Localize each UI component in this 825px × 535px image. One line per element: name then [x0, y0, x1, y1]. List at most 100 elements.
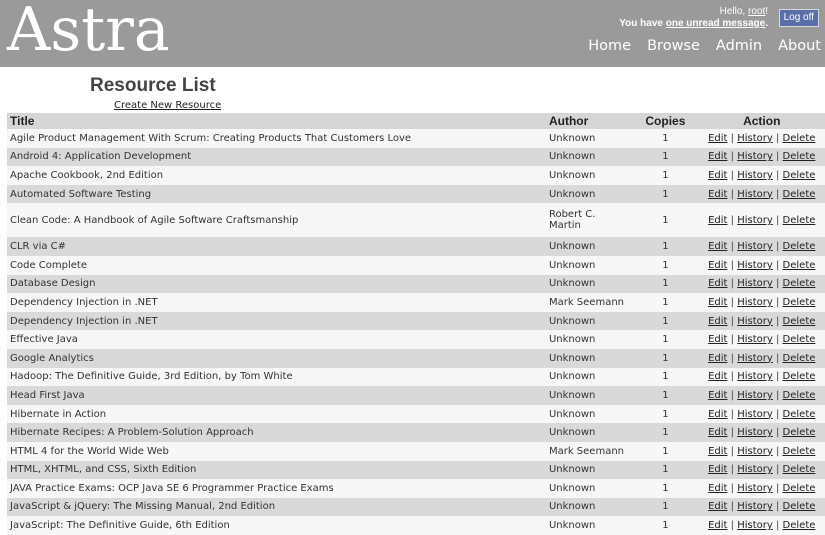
history-link[interactable]: History	[737, 241, 773, 252]
delete-link[interactable]: Delete	[783, 189, 816, 200]
edit-link[interactable]: Edit	[708, 215, 727, 226]
delete-link[interactable]: Delete	[783, 215, 816, 226]
nav-admin[interactable]: Admin	[716, 38, 762, 54]
history-link[interactable]: History	[737, 501, 773, 512]
row-author: Unknown	[545, 460, 633, 480]
edit-link[interactable]: Edit	[708, 501, 727, 512]
history-link[interactable]: History	[737, 409, 773, 420]
row-copies: 1	[632, 166, 699, 185]
unread-message-link[interactable]: one unread message	[666, 18, 765, 29]
edit-link[interactable]: Edit	[708, 371, 727, 382]
history-link[interactable]: History	[737, 427, 773, 438]
column-header-action: Action	[698, 113, 825, 129]
edit-link[interactable]: Edit	[708, 260, 727, 271]
page-title: Resource List	[90, 75, 216, 96]
edit-link[interactable]: Edit	[708, 464, 727, 475]
edit-link[interactable]: Edit	[708, 390, 727, 401]
row-title: Database Design	[7, 274, 546, 294]
history-link[interactable]: History	[737, 133, 773, 144]
edit-link[interactable]: Edit	[708, 334, 727, 345]
edit-link[interactable]: Edit	[708, 353, 727, 364]
delete-link[interactable]: Delete	[783, 316, 816, 327]
history-link[interactable]: History	[737, 297, 773, 308]
row-author: Unknown	[545, 255, 633, 275]
row-actions: Edit | History | Delete	[698, 348, 825, 368]
history-link[interactable]: History	[737, 215, 773, 226]
edit-link[interactable]: Edit	[708, 446, 727, 457]
row-actions: Edit | History | Delete	[698, 147, 825, 167]
history-link[interactable]: History	[737, 483, 773, 494]
username-link[interactable]: root	[748, 6, 765, 17]
edit-link[interactable]: Edit	[708, 316, 727, 327]
delete-link[interactable]: Delete	[783, 501, 816, 512]
delete-link[interactable]: Delete	[783, 260, 816, 271]
delete-link[interactable]: Delete	[783, 297, 816, 308]
action-separator: |	[730, 188, 735, 200]
edit-link[interactable]: Edit	[708, 133, 727, 144]
action-separator: |	[775, 132, 780, 144]
row-actions: Edit | History | Delete	[698, 203, 825, 238]
delete-link[interactable]: Delete	[783, 241, 816, 252]
delete-link[interactable]: Delete	[783, 427, 816, 438]
delete-link[interactable]: Delete	[783, 483, 816, 494]
history-link[interactable]: History	[737, 371, 773, 382]
history-link[interactable]: History	[737, 260, 773, 271]
message-prefix: You have	[619, 18, 666, 29]
row-actions: Edit | History | Delete	[698, 479, 825, 498]
edit-link[interactable]: Edit	[708, 241, 727, 252]
delete-link[interactable]: Delete	[783, 151, 816, 162]
row-copies: 1	[632, 348, 699, 368]
nav-about[interactable]: About	[778, 38, 821, 54]
delete-link[interactable]: Delete	[783, 278, 816, 289]
history-link[interactable]: History	[737, 446, 773, 457]
nav-home[interactable]: Home	[588, 38, 631, 54]
row-title: Automated Software Testing	[7, 184, 546, 204]
row-author: Robert C. Martin	[545, 203, 633, 238]
history-link[interactable]: History	[737, 170, 773, 181]
delete-link[interactable]: Delete	[783, 170, 816, 181]
delete-link[interactable]: Delete	[783, 353, 816, 364]
edit-link[interactable]: Edit	[708, 483, 727, 494]
action-separator: |	[775, 352, 780, 364]
history-link[interactable]: History	[737, 189, 773, 200]
row-copies: 1	[632, 479, 699, 498]
row-actions: Edit | History | Delete	[698, 129, 825, 148]
delete-link[interactable]: Delete	[783, 446, 816, 457]
history-link[interactable]: History	[737, 390, 773, 401]
edit-link[interactable]: Edit	[708, 170, 727, 181]
edit-link[interactable]: Edit	[708, 151, 727, 162]
delete-link[interactable]: Delete	[783, 409, 816, 420]
action-separator: |	[730, 464, 735, 476]
delete-link[interactable]: Delete	[783, 390, 816, 401]
create-resource-link[interactable]: Create New Resource	[114, 100, 221, 111]
row-title: CLR via C#	[7, 237, 546, 256]
action-separator: |	[730, 445, 735, 457]
row-copies: 1	[632, 293, 699, 312]
row-actions: Edit | History | Delete	[698, 497, 825, 517]
row-copies: 1	[632, 237, 699, 256]
edit-link[interactable]: Edit	[708, 409, 727, 420]
row-copies: 1	[632, 184, 699, 204]
history-link[interactable]: History	[737, 353, 773, 364]
history-link[interactable]: History	[737, 464, 773, 475]
row-title: JavaScript & jQuery: The Missing Manual,…	[7, 497, 546, 517]
edit-link[interactable]: Edit	[708, 297, 727, 308]
delete-link[interactable]: Delete	[783, 371, 816, 382]
history-link[interactable]: History	[737, 278, 773, 289]
delete-link[interactable]: Delete	[783, 133, 816, 144]
action-separator: |	[775, 315, 780, 327]
edit-link[interactable]: Edit	[708, 278, 727, 289]
history-link[interactable]: History	[737, 316, 773, 327]
edit-link[interactable]: Edit	[708, 427, 727, 438]
delete-link[interactable]: Delete	[783, 334, 816, 345]
nav-browse[interactable]: Browse	[647, 38, 700, 54]
message-suffix: .	[765, 18, 768, 29]
edit-link[interactable]: Edit	[708, 189, 727, 200]
history-link[interactable]: History	[737, 151, 773, 162]
delete-link[interactable]: Delete	[783, 464, 816, 475]
logoff-button[interactable]: Log off	[778, 9, 819, 27]
row-author: Unknown	[545, 166, 633, 185]
row-title: Android 4: Application Development	[7, 147, 546, 167]
row-author: Unknown	[545, 129, 633, 148]
history-link[interactable]: History	[737, 334, 773, 345]
